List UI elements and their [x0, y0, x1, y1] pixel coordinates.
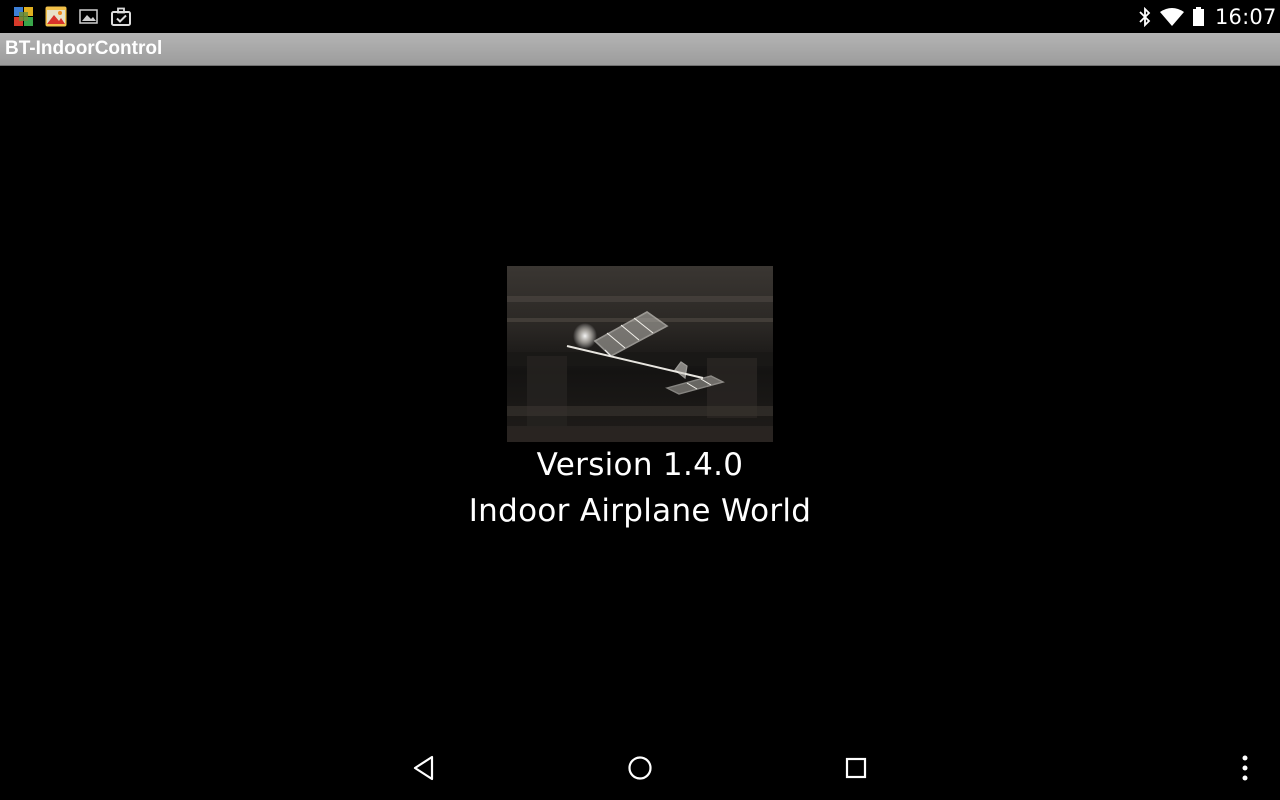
app-title: BT-IndoorControl [5, 38, 163, 59]
screen: 16:07 BT-IndoorControl Version 1.4.0 Ind… [0, 0, 1280, 800]
company-label: Indoor Airplane World [468, 493, 812, 529]
recents-icon[interactable] [836, 748, 876, 788]
indoor-airplane-photo [507, 266, 773, 442]
photo-app-icon [45, 6, 67, 27]
action-bar: BT-IndoorControl [0, 33, 1280, 66]
briefcase-check-icon [110, 6, 131, 27]
home-icon[interactable] [620, 748, 660, 788]
back-icon[interactable] [404, 748, 444, 788]
overflow-menu-icon[interactable] [1225, 748, 1265, 788]
status-bar: 16:07 [0, 0, 1280, 33]
battery-icon [1192, 7, 1205, 31]
version-label: Version 1.4.0 [536, 447, 744, 483]
wifi-icon [1159, 8, 1185, 30]
image-notification-icon [79, 6, 100, 27]
bluetooth-icon [1138, 6, 1152, 31]
clock: 16:07 [1215, 5, 1277, 29]
navigation-bar [0, 736, 1280, 800]
color-squares-app-icon [13, 6, 34, 27]
